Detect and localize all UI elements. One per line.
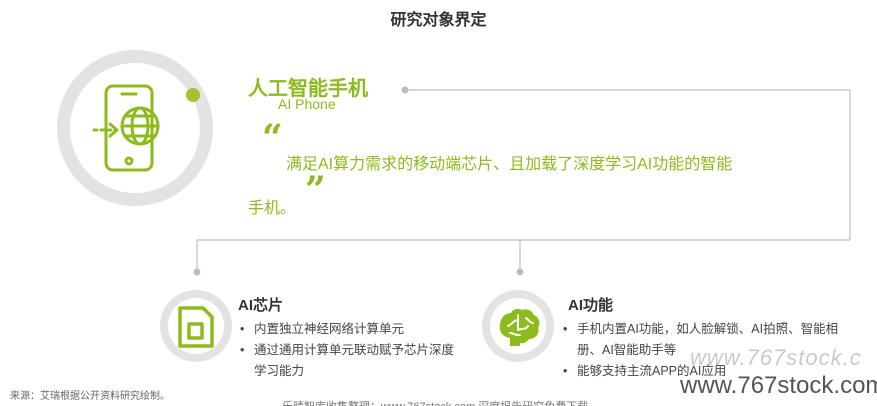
definition-line-1: 满足AI算力需求的移动端芯片、且加载了深度学习AI功能的智能 xyxy=(286,156,733,173)
definition-line-2: 手机。 xyxy=(248,200,297,217)
close-quote-icon: ” xyxy=(305,169,326,211)
source-note: 来源：艾瑞根据公开资料研究绘制。 xyxy=(10,391,170,402)
chip-title: AI芯片 xyxy=(238,297,284,314)
brain-icon xyxy=(499,309,540,346)
phone-globe-icon xyxy=(92,84,160,172)
function-title: AI功能 xyxy=(568,297,614,314)
chip-bullet-list: • 内置独立神经网络计算单元 • 通过通用计算单元联动赋予芯片深度 学习能力 xyxy=(240,319,480,382)
open-quote-icon: “ xyxy=(262,117,283,159)
list-item: • 内置独立神经网络计算单元 xyxy=(240,322,405,336)
list-item: • 手机内置AI功能，如人脸解锁、AI拍照、智能相 xyxy=(563,322,839,336)
sim-chip-icon xyxy=(178,306,214,348)
watermark: www.767stock.c xyxy=(690,345,862,370)
footer-cut-text: 乐晴智库收集整理：www.767stock.com 深度报告研究免费下载 xyxy=(282,398,588,406)
list-item: • 通过通用计算单元联动赋予芯片深度 xyxy=(240,343,455,357)
accent-dot xyxy=(186,88,200,102)
list-item: 学习能力 xyxy=(254,364,305,378)
main-title-en: AI Phone xyxy=(278,96,336,112)
connector-node xyxy=(516,268,524,276)
connector-node xyxy=(193,268,201,276)
connector-node xyxy=(401,86,409,94)
watermark: www.767stock.com xyxy=(680,372,877,399)
